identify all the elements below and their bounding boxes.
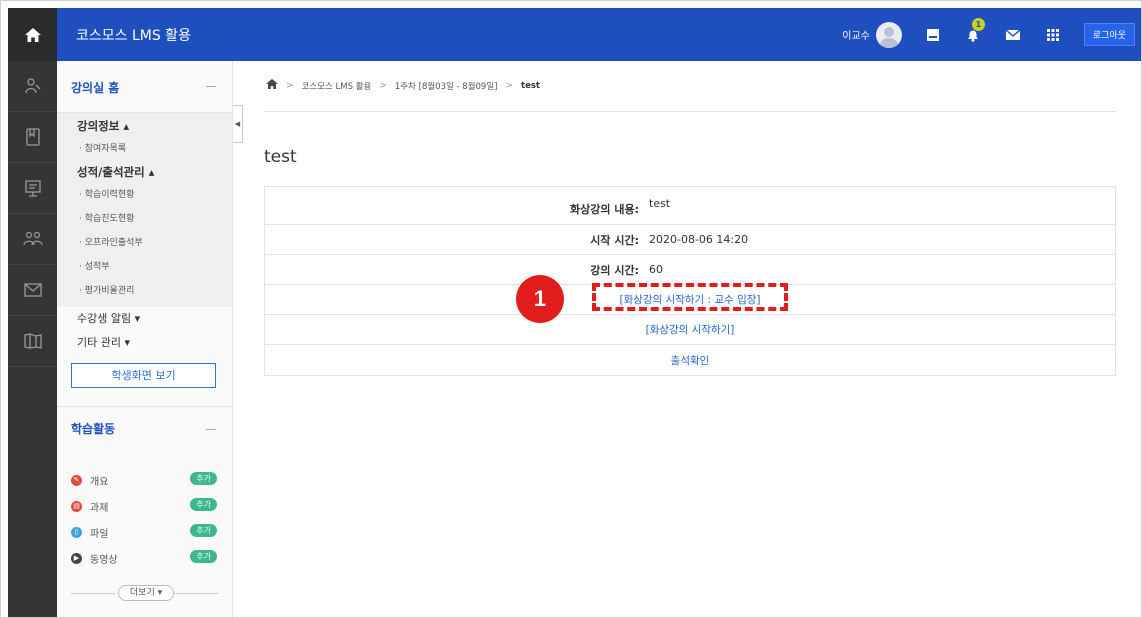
bell-icon[interactable]: 1 bbox=[964, 17, 985, 44]
site-title[interactable]: 코스모스 LMS 활용 bbox=[76, 25, 191, 45]
file-icon: ▯ bbox=[71, 526, 82, 538]
sidebar-collapse-tab[interactable]: ◀ bbox=[233, 105, 243, 143]
course-sidebar: 강의실 홈 강의정보 ▴ · 참여자목록 성적/출석관리 ▴ · 학습이력현황 … bbox=[57, 61, 233, 617]
divider bbox=[71, 593, 115, 594]
content-label: 화상강의 내용: bbox=[570, 202, 639, 216]
breadcrumb-separator: > bbox=[379, 80, 387, 91]
sidebar-item-offline-attendance[interactable]: · 오프라인출석부 bbox=[57, 231, 232, 255]
divider bbox=[174, 593, 218, 594]
breadcrumb-item-course[interactable]: 코스모스 LMS 활용 bbox=[302, 80, 372, 92]
sidebar-item-participants[interactable]: · 참여자목록 bbox=[57, 137, 232, 161]
collapse-icon[interactable] bbox=[206, 86, 216, 87]
sidebar-menu-block: 강의정보 ▴ · 참여자목록 성적/출석관리 ▴ · 학습이력현황 · 학습진도… bbox=[57, 113, 232, 307]
header-toolbar: 이교수 1 로그아웃 bbox=[842, 8, 1141, 61]
activities-header: 학습활동 bbox=[71, 422, 116, 436]
notification-badge: 1 bbox=[971, 17, 985, 31]
content-value: test bbox=[649, 197, 671, 210]
activity-item-overview[interactable]: ✎ 개요 추가 bbox=[71, 467, 221, 493]
annotation-highlight-box bbox=[592, 283, 788, 311]
assignment-icon: ▤ bbox=[71, 500, 82, 512]
board-icon[interactable] bbox=[8, 163, 57, 214]
apps-grid-icon[interactable] bbox=[1044, 26, 1062, 44]
overview-icon: ✎ bbox=[71, 474, 82, 486]
breadcrumb-current: test bbox=[521, 80, 540, 91]
activity-label: 과제 bbox=[90, 502, 109, 514]
sidebar-item-learning-history[interactable]: · 학습이력현황 bbox=[57, 183, 232, 207]
breadcrumb-separator: > bbox=[286, 80, 294, 91]
attendance-check-link[interactable]: 출석확인 bbox=[265, 353, 1115, 368]
activity-item-video[interactable]: ▶ 동영상 추가 bbox=[71, 545, 221, 571]
student-view-button[interactable]: 학생화면 보기 bbox=[71, 363, 216, 388]
video-lecture-info-table: 화상강의 내용: test 시작 시간: 2020-08-06 14:20 강의… bbox=[264, 186, 1116, 376]
app-window: 코스모스 LMS 활용 이교수 1 로그아웃 강의실 홈 강의정보 ▴ · 참여… bbox=[0, 0, 1142, 618]
breadcrumb: > 코스모스 LMS 활용 > 1주차 [8월03일 - 8월09일] > te… bbox=[266, 79, 540, 92]
more-row: 더보기 ▾ bbox=[71, 585, 218, 601]
more-button[interactable]: 더보기 ▾ bbox=[118, 585, 174, 601]
table-row: 시작 시간: 2020-08-06 14:20 bbox=[265, 225, 1115, 255]
home-icon[interactable] bbox=[8, 8, 57, 61]
start-lecture-link[interactable]: [화상강의 시작하기] bbox=[265, 322, 1115, 337]
duration-label: 강의 시간: bbox=[590, 263, 639, 277]
icon-rail bbox=[8, 61, 57, 617]
top-bar: 코스모스 LMS 활용 이교수 1 로그아웃 bbox=[8, 8, 1141, 61]
breadcrumb-item-week[interactable]: 1주차 [8월03일 - 8월09일] bbox=[395, 80, 498, 92]
avatar[interactable] bbox=[875, 21, 902, 48]
mail-icon[interactable] bbox=[1004, 26, 1022, 44]
group-icon[interactable] bbox=[8, 214, 57, 265]
start-time-value: 2020-08-06 14:20 bbox=[649, 233, 749, 246]
chevron-left-icon: ◀ bbox=[234, 120, 241, 128]
logout-button[interactable]: 로그아웃 bbox=[1083, 23, 1135, 46]
book-icon[interactable] bbox=[8, 112, 57, 163]
person-icon[interactable] bbox=[8, 61, 57, 112]
add-button[interactable]: 추가 bbox=[190, 498, 217, 511]
sidebar-item-student-notice[interactable]: 수강생 알림 ▾ bbox=[57, 307, 232, 331]
sidebar-item-learning-progress[interactable]: · 학습진도현황 bbox=[57, 207, 232, 231]
sidebar-divider bbox=[57, 406, 233, 407]
start-time-label: 시작 시간: bbox=[590, 233, 639, 247]
breadcrumb-separator: > bbox=[505, 80, 514, 91]
activity-item-file[interactable]: ▯ 파일 추가 bbox=[71, 519, 221, 545]
message-box-icon[interactable] bbox=[924, 26, 942, 44]
sidebar-section-course-info[interactable]: 강의정보 ▴ bbox=[57, 115, 232, 137]
sidebar-item-grade-ratio[interactable]: · 평가비율관리 bbox=[57, 279, 232, 303]
sidebar-home-header: 강의실 홈 bbox=[57, 61, 232, 113]
user-name[interactable]: 이교수 bbox=[842, 27, 870, 42]
collapse-icon[interactable] bbox=[206, 429, 216, 430]
mail-icon[interactable] bbox=[8, 265, 57, 316]
map-icon[interactable] bbox=[8, 316, 57, 367]
activity-label: 파일 bbox=[90, 528, 109, 540]
table-row: [화상강의 시작하기] bbox=[265, 315, 1115, 345]
activity-label: 개요 bbox=[90, 476, 109, 488]
course-home-link[interactable]: 강의실 홈 bbox=[71, 81, 119, 95]
activity-label: 동영상 bbox=[90, 554, 118, 566]
duration-value: 60 bbox=[649, 263, 663, 276]
activity-item-assignment[interactable]: ▤ 과제 추가 bbox=[71, 493, 221, 519]
add-button[interactable]: 추가 bbox=[190, 472, 217, 485]
home-icon[interactable] bbox=[266, 79, 278, 92]
sidebar-item-other-management[interactable]: 기타 관리 ▾ bbox=[57, 331, 232, 355]
video-icon: ▶ bbox=[71, 552, 82, 564]
table-row: 화상강의 내용: test bbox=[265, 187, 1115, 225]
activity-list: ✎ 개요 추가 ▤ 과제 추가 ▯ 파일 추가 ▶ 동영상 추가 bbox=[71, 467, 221, 571]
annotation-step-marker: 1 bbox=[516, 275, 564, 323]
sidebar-item-gradebook[interactable]: · 성적부 bbox=[57, 255, 232, 279]
add-button[interactable]: 추가 bbox=[190, 524, 217, 537]
table-row: 출석확인 bbox=[265, 345, 1115, 375]
page-title: test bbox=[264, 147, 297, 167]
add-button[interactable]: 추가 bbox=[190, 550, 217, 563]
sidebar-section-grades-attendance[interactable]: 성적/출석관리 ▴ bbox=[57, 161, 232, 183]
breadcrumb-divider bbox=[264, 111, 1116, 112]
table-row: 강의 시간: 60 bbox=[265, 255, 1115, 285]
